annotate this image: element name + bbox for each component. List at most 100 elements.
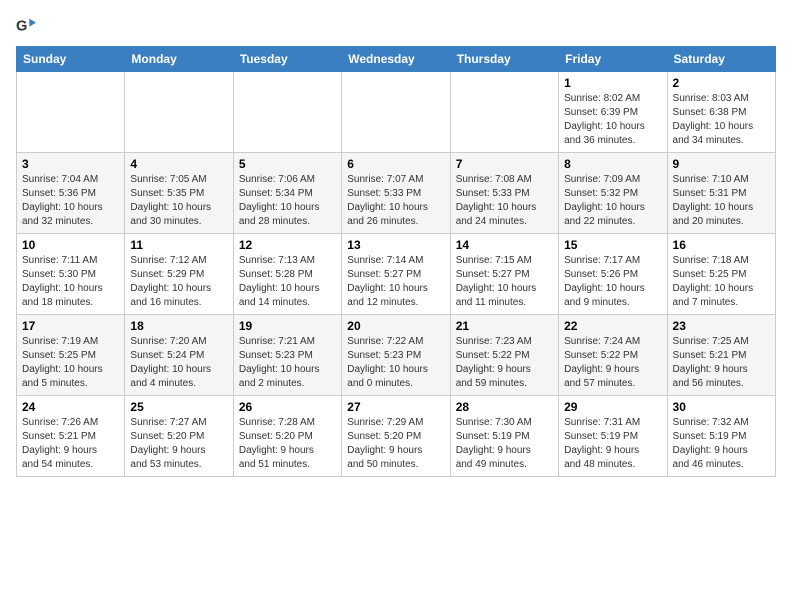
day-number: 23	[673, 319, 770, 333]
svg-text:G: G	[16, 19, 27, 35]
day-number: 22	[564, 319, 661, 333]
calendar-cell: 8Sunrise: 7:09 AM Sunset: 5:32 PM Daylig…	[559, 153, 667, 234]
calendar-table: SundayMondayTuesdayWednesdayThursdayFrid…	[16, 46, 776, 477]
day-info: Sunrise: 7:32 AM Sunset: 5:19 PM Dayligh…	[673, 416, 770, 472]
calendar-cell	[125, 72, 233, 153]
day-number: 14	[456, 238, 553, 252]
calendar-cell: 9 Sunrise: 7:10 AM Sunset: 5:31 PM Daylig…	[667, 153, 775, 234]
day-info: Sunrise: 7:29 AM Sunset: 5:20 PM Dayligh…	[347, 416, 444, 472]
calendar-cell	[342, 72, 450, 153]
calendar-cell: 2 Sunrise: 8:03 AM Sunset: 6:38 PM Daylig…	[667, 72, 775, 153]
day-info: Sunrise: 7:09 AM Sunset: 5:32 PM Dayligh…	[564, 173, 661, 229]
day-number: 20	[347, 319, 444, 333]
day-info: Sunrise: 7:12 AM Sunset: 5:29 PM Dayligh…	[130, 254, 227, 310]
day-number: 30	[673, 400, 770, 414]
calendar-cell: 16 Sunrise: 7:18 AM Sunset: 5:25 PM Dayli…	[667, 234, 775, 315]
day-info: Sunrise: 7:24 AM Sunset: 5:22 PM Dayligh…	[564, 335, 661, 391]
day-number: 26	[239, 400, 336, 414]
calendar-cell: 11 Sunrise: 7:12 AM Sunset: 5:29 PM Dayli…	[125, 234, 233, 315]
week-row-2: 10 Sunrise: 7:11 AM Sunset: 5:30 PM Dayli…	[17, 234, 776, 315]
day-info: Sunrise: 7:11 AM Sunset: 5:30 PM Dayligh…	[22, 254, 119, 310]
calendar-cell	[17, 72, 125, 153]
day-number: 27	[347, 400, 444, 414]
calendar-cell: 22 Sunrise: 7:24 AM Sunset: 5:22 PM Dayli…	[559, 315, 667, 396]
calendar-cell: 18 Sunrise: 7:20 AM Sunset: 5:24 PM Dayli…	[125, 315, 233, 396]
day-number: 1	[564, 76, 661, 90]
day-number: 15	[564, 238, 661, 252]
weekday-header-thursday: Thursday	[450, 47, 558, 72]
day-info: Sunrise: 7:13 AM Sunset: 5:28 PM Dayligh…	[239, 254, 336, 310]
calendar-cell: 19 Sunrise: 7:21 AM Sunset: 5:23 PM Dayli…	[233, 315, 341, 396]
week-row-1: 3Sunrise: 7:04 AM Sunset: 5:36 PM Daylig…	[17, 153, 776, 234]
day-info: Sunrise: 7:10 AM Sunset: 5:31 PM Dayligh…	[673, 173, 770, 229]
day-info: Sunrise: 7:15 AM Sunset: 5:27 PM Dayligh…	[456, 254, 553, 310]
day-number: 6	[347, 157, 444, 171]
day-info: Sunrise: 7:19 AM Sunset: 5:25 PM Dayligh…	[22, 335, 119, 391]
logo: G	[16, 16, 40, 36]
day-info: Sunrise: 7:21 AM Sunset: 5:23 PM Dayligh…	[239, 335, 336, 391]
day-number: 18	[130, 319, 227, 333]
calendar-cell: 5 Sunrise: 7:06 AM Sunset: 5:34 PM Daylig…	[233, 153, 341, 234]
calendar-cell: 17 Sunrise: 7:19 AM Sunset: 5:25 PM Dayli…	[17, 315, 125, 396]
day-info: Sunrise: 7:18 AM Sunset: 5:25 PM Dayligh…	[673, 254, 770, 310]
calendar-cell: 24 Sunrise: 7:26 AM Sunset: 5:21 PM Dayli…	[17, 396, 125, 477]
day-info: Sunrise: 8:03 AM Sunset: 6:38 PM Dayligh…	[673, 92, 770, 148]
calendar-cell: 26 Sunrise: 7:28 AM Sunset: 5:20 PM Dayli…	[233, 396, 341, 477]
week-row-0: 1 Sunrise: 8:02 AM Sunset: 6:39 PM Daylig…	[17, 72, 776, 153]
calendar-cell: 4 Sunrise: 7:05 AM Sunset: 5:35 PM Daylig…	[125, 153, 233, 234]
day-number: 17	[22, 319, 119, 333]
calendar-cell: 30 Sunrise: 7:32 AM Sunset: 5:19 PM Dayli…	[667, 396, 775, 477]
page-header: G	[16, 16, 776, 36]
day-info: Sunrise: 7:06 AM Sunset: 5:34 PM Dayligh…	[239, 173, 336, 229]
day-info: Sunrise: 7:05 AM Sunset: 5:35 PM Dayligh…	[130, 173, 227, 229]
calendar-cell: 20Sunrise: 7:22 AM Sunset: 5:23 PM Dayli…	[342, 315, 450, 396]
week-row-3: 17 Sunrise: 7:19 AM Sunset: 5:25 PM Dayli…	[17, 315, 776, 396]
calendar-cell	[233, 72, 341, 153]
day-number: 28	[456, 400, 553, 414]
weekday-header-sunday: Sunday	[17, 47, 125, 72]
day-number: 16	[673, 238, 770, 252]
calendar-cell: 3Sunrise: 7:04 AM Sunset: 5:36 PM Daylig…	[17, 153, 125, 234]
day-info: Sunrise: 8:02 AM Sunset: 6:39 PM Dayligh…	[564, 92, 661, 148]
day-number: 19	[239, 319, 336, 333]
day-info: Sunrise: 7:27 AM Sunset: 5:20 PM Dayligh…	[130, 416, 227, 472]
calendar-cell: 1 Sunrise: 8:02 AM Sunset: 6:39 PM Daylig…	[559, 72, 667, 153]
weekday-header-monday: Monday	[125, 47, 233, 72]
calendar-cell: 28 Sunrise: 7:30 AM Sunset: 5:19 PM Dayli…	[450, 396, 558, 477]
day-info: Sunrise: 7:28 AM Sunset: 5:20 PM Dayligh…	[239, 416, 336, 472]
calendar-cell: 12 Sunrise: 7:13 AM Sunset: 5:28 PM Dayli…	[233, 234, 341, 315]
calendar-cell: 27 Sunrise: 7:29 AM Sunset: 5:20 PM Dayli…	[342, 396, 450, 477]
day-info: Sunrise: 7:30 AM Sunset: 5:19 PM Dayligh…	[456, 416, 553, 472]
day-number: 4	[130, 157, 227, 171]
day-number: 5	[239, 157, 336, 171]
day-info: Sunrise: 7:04 AM Sunset: 5:36 PM Dayligh…	[22, 173, 119, 229]
day-number: 9	[673, 157, 770, 171]
calendar-cell: 25 Sunrise: 7:27 AM Sunset: 5:20 PM Dayli…	[125, 396, 233, 477]
day-info: Sunrise: 7:17 AM Sunset: 5:26 PM Dayligh…	[564, 254, 661, 310]
day-number: 21	[456, 319, 553, 333]
day-number: 10	[22, 238, 119, 252]
logo-icon: G	[16, 16, 36, 36]
day-info: Sunrise: 7:26 AM Sunset: 5:21 PM Dayligh…	[22, 416, 119, 472]
calendar-cell: 6 Sunrise: 7:07 AM Sunset: 5:33 PM Daylig…	[342, 153, 450, 234]
weekday-header-friday: Friday	[559, 47, 667, 72]
day-info: Sunrise: 7:25 AM Sunset: 5:21 PM Dayligh…	[673, 335, 770, 391]
day-number: 2	[673, 76, 770, 90]
day-info: Sunrise: 7:08 AM Sunset: 5:33 PM Dayligh…	[456, 173, 553, 229]
calendar-cell: 13 Sunrise: 7:14 AM Sunset: 5:27 PM Dayli…	[342, 234, 450, 315]
week-row-4: 24 Sunrise: 7:26 AM Sunset: 5:21 PM Dayli…	[17, 396, 776, 477]
weekday-header-wednesday: Wednesday	[342, 47, 450, 72]
day-info: Sunrise: 7:20 AM Sunset: 5:24 PM Dayligh…	[130, 335, 227, 391]
day-number: 11	[130, 238, 227, 252]
day-number: 25	[130, 400, 227, 414]
day-number: 13	[347, 238, 444, 252]
weekday-header-tuesday: Tuesday	[233, 47, 341, 72]
day-number: 12	[239, 238, 336, 252]
calendar-cell: 14 Sunrise: 7:15 AM Sunset: 5:27 PM Dayli…	[450, 234, 558, 315]
day-info: Sunrise: 7:14 AM Sunset: 5:27 PM Dayligh…	[347, 254, 444, 310]
day-info: Sunrise: 7:07 AM Sunset: 5:33 PM Dayligh…	[347, 173, 444, 229]
day-info: Sunrise: 7:23 AM Sunset: 5:22 PM Dayligh…	[456, 335, 553, 391]
calendar-cell: 10 Sunrise: 7:11 AM Sunset: 5:30 PM Dayli…	[17, 234, 125, 315]
day-number: 7	[456, 157, 553, 171]
day-number: 24	[22, 400, 119, 414]
